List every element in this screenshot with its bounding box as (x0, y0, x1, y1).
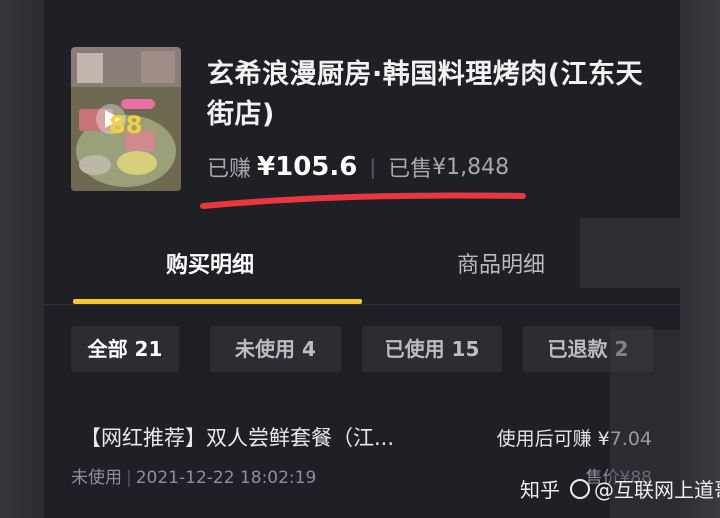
stats-divider: | (369, 155, 377, 179)
meta-divider: | (126, 468, 132, 488)
background-edge-right (680, 0, 720, 518)
watermark-site: 知乎 (520, 478, 560, 502)
store-title: 玄希浪漫厨房·韩国料理烤肉(江东天街店) (207, 59, 644, 130)
order-time: 2021-12-22 18:02:19 (135, 468, 317, 488)
svg-text:88: 88 (109, 111, 142, 139)
order-title[interactable]: 【网红推荐】双人尝鲜套餐（江... (80, 422, 460, 452)
watermark-badge-icon (570, 478, 590, 499)
sold-value: ¥1,848 (432, 154, 510, 180)
thumbnail-image: 88 (71, 47, 181, 191)
filter-used[interactable]: 已使用 15 (362, 326, 502, 372)
screen: 88 玄希浪漫厨房·韩国料理烤肉(江东天街店) 已赚 ¥105.6 | 已售 ¥… (0, 0, 720, 518)
tab-divider (44, 304, 680, 305)
red-highlight-underline (200, 192, 526, 209)
filter-unused[interactable]: 未使用 4 (210, 326, 341, 372)
order-meta: 未使用 | 2021-12-22 18:02:19 (71, 463, 316, 488)
filter-all[interactable]: 全部 21 (71, 326, 179, 372)
background-shape (580, 218, 680, 288)
sales-stats: 已赚 ¥105.6 | 已售 ¥1,848 (207, 150, 509, 184)
sold-label: 已售 (388, 157, 433, 182)
tab-product-details[interactable]: 商品明细 (457, 248, 545, 284)
background-edge-left (0, 0, 44, 518)
tab-purchase-details[interactable]: 购买明细 (166, 248, 254, 284)
video-thumbnail[interactable]: 88 (71, 47, 181, 191)
watermark-user: @互联网上道哥 (594, 478, 720, 502)
earned-amount: ¥105.6 (257, 152, 358, 182)
zhihu-watermark: 知乎 @互联网上道哥 (520, 474, 720, 503)
order-status: 未使用 (71, 468, 122, 488)
earned-label: 已赚 (207, 157, 252, 182)
